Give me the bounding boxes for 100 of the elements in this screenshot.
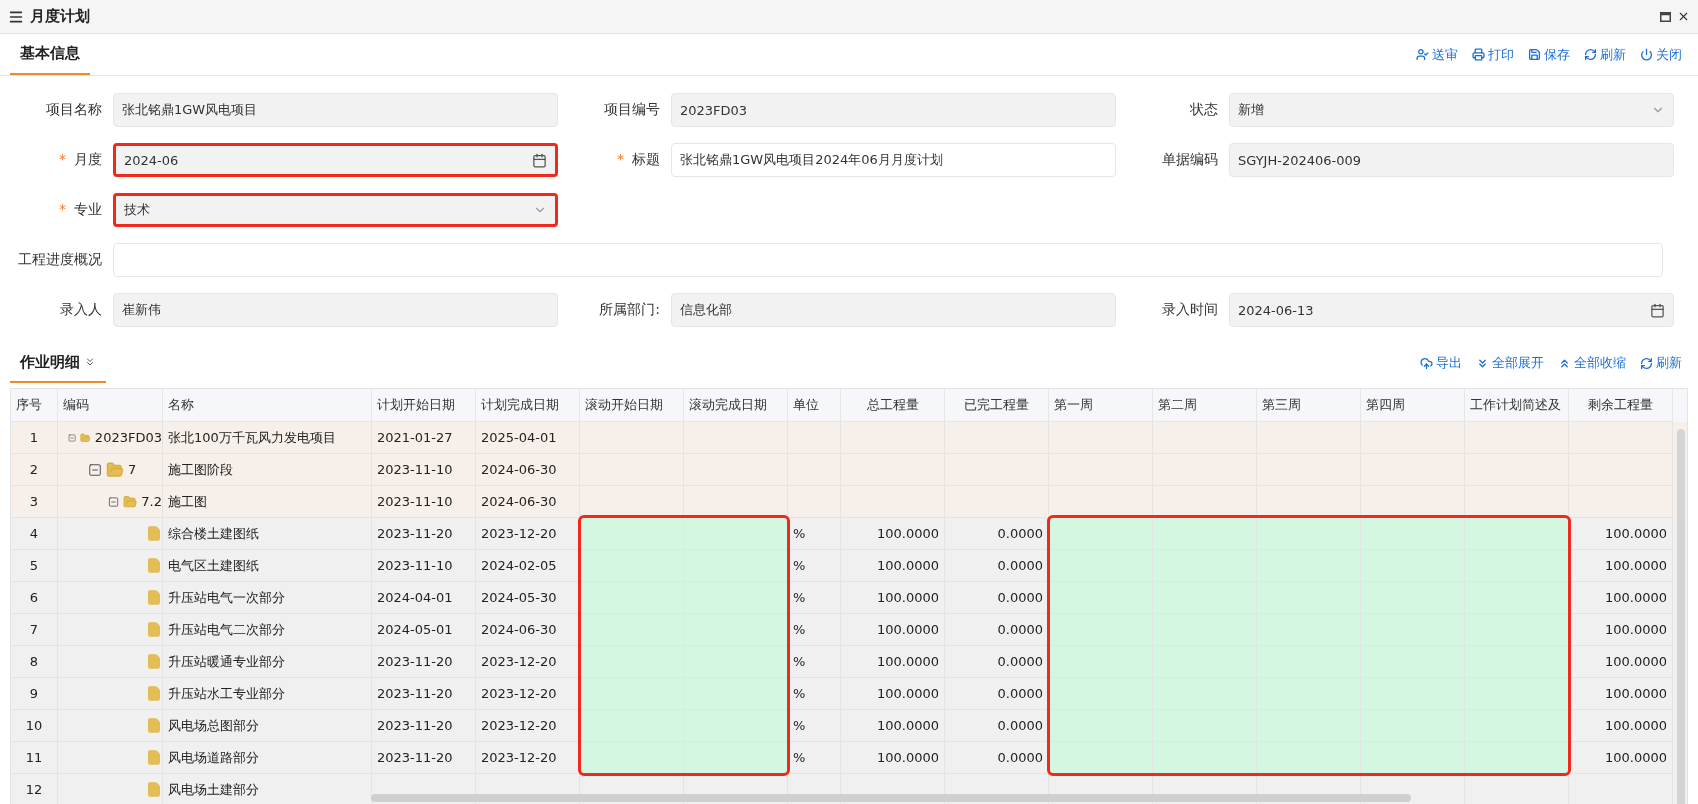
input-field[interactable]: 张北铭鼎1GW风电项目	[113, 93, 558, 127]
expand-button[interactable]: 全部展开	[1476, 354, 1544, 372]
refresh-button[interactable]: 刷新	[1640, 354, 1682, 372]
field-label: 录入时间	[1161, 301, 1219, 319]
editable-cell[interactable]	[1465, 646, 1569, 678]
editable-cell[interactable]	[1465, 550, 1569, 582]
date-field[interactable]: 2024-06-13	[1229, 293, 1674, 327]
editable-cell[interactable]	[1049, 710, 1153, 742]
editable-cell[interactable]	[1257, 742, 1361, 774]
scrollbar[interactable]	[371, 794, 1411, 802]
editable-cell[interactable]	[1361, 518, 1465, 550]
input-field[interactable]	[113, 243, 1663, 277]
editable-cell[interactable]	[684, 550, 788, 582]
input-field[interactable]: 信息化部	[671, 293, 1116, 327]
editable-cell[interactable]	[1049, 550, 1153, 582]
required-mark: *	[59, 201, 66, 217]
editable-cell[interactable]	[1257, 518, 1361, 550]
file-icon	[146, 781, 162, 798]
close-icon[interactable]	[1677, 10, 1690, 23]
editable-cell[interactable]	[1465, 742, 1569, 774]
file-icon	[146, 717, 162, 734]
date-field[interactable]: 2024-06	[113, 143, 558, 177]
tab[interactable]: 基本信息	[10, 34, 90, 75]
editable-cell[interactable]	[684, 678, 788, 710]
collapse-button[interactable]: 全部收缩	[1558, 354, 1626, 372]
editable-cell[interactable]	[1465, 582, 1569, 614]
editable-cell[interactable]	[1049, 742, 1153, 774]
file-icon	[146, 557, 162, 574]
file-icon	[146, 525, 162, 542]
editable-cell[interactable]	[1465, 710, 1569, 742]
table-cell: 12	[11, 774, 58, 804]
editable-cell[interactable]	[1049, 678, 1153, 710]
editable-cell[interactable]	[1153, 518, 1257, 550]
editable-cell[interactable]	[580, 582, 684, 614]
user-check-icon	[1416, 48, 1429, 61]
collapse-icon[interactable]	[88, 462, 102, 477]
editable-cell[interactable]	[1049, 582, 1153, 614]
select-field[interactable]: 新增	[1229, 93, 1674, 127]
folder-icon	[106, 460, 124, 479]
editable-cell[interactable]	[1465, 614, 1569, 646]
editable-cell[interactable]	[684, 710, 788, 742]
editable-cell[interactable]	[1049, 518, 1153, 550]
save-icon	[1528, 48, 1541, 61]
input-field[interactable]: 2023FD03	[671, 93, 1116, 127]
field-label: 所属部门:	[598, 301, 661, 319]
field-label: 状态	[1189, 101, 1219, 119]
collapse-icon[interactable]	[108, 494, 120, 509]
calendar-icon	[532, 152, 547, 168]
export-button[interactable]: 导出	[1420, 354, 1462, 372]
field-label: * 月度	[58, 151, 103, 169]
field-label: 项目名称	[45, 101, 103, 119]
editable-cell[interactable]	[1361, 742, 1465, 774]
submit-button[interactable]: 送审	[1416, 45, 1458, 64]
required-mark: *	[59, 151, 66, 167]
refresh-icon	[1640, 356, 1653, 370]
section-tab[interactable]: 作业明细	[10, 343, 106, 383]
editable-cell[interactable]	[580, 550, 684, 582]
field-label: * 标题	[616, 151, 661, 169]
editable-cell[interactable]	[1153, 742, 1257, 774]
field-label: 项目编号	[603, 101, 661, 119]
editable-cell[interactable]	[684, 582, 788, 614]
editable-cell[interactable]	[1465, 518, 1569, 550]
editable-cell[interactable]	[580, 646, 684, 678]
refresh-button[interactable]: 刷新	[1584, 45, 1626, 64]
scrollbar[interactable]	[1677, 429, 1685, 804]
required-mark: *	[617, 151, 624, 167]
file-icon	[146, 653, 162, 670]
power-icon	[1640, 48, 1653, 61]
input-field[interactable]: 张北铭鼎1GW风电项目2024年06月月度计划	[671, 143, 1116, 177]
editable-cell[interactable]	[580, 742, 684, 774]
editable-cell[interactable]	[580, 678, 684, 710]
file-icon	[146, 621, 162, 638]
editable-cell[interactable]	[684, 646, 788, 678]
close-button[interactable]: 关闭	[1640, 45, 1682, 64]
file-icon	[146, 685, 162, 702]
editable-cell[interactable]	[684, 742, 788, 774]
editable-cell[interactable]	[580, 710, 684, 742]
editable-cell[interactable]	[1049, 614, 1153, 646]
maximize-icon[interactable]	[1660, 11, 1671, 22]
field-label: 工程进度概况	[17, 251, 103, 269]
editable-cell[interactable]	[684, 518, 788, 550]
code-text: 2023FD03	[94, 430, 162, 445]
input-field[interactable]: SGYJH-202406-009	[1229, 143, 1674, 177]
field-label: 录入人	[59, 301, 103, 319]
editable-cell[interactable]	[1049, 646, 1153, 678]
editable-cell[interactable]	[1465, 678, 1569, 710]
editable-cell[interactable]	[580, 614, 684, 646]
editable-cell[interactable]	[580, 518, 684, 550]
printer-icon	[1472, 48, 1485, 61]
select-field[interactable]: 技术	[113, 193, 558, 227]
field-label: 单据编码	[1161, 151, 1219, 169]
print-button[interactable]: 打印	[1472, 45, 1514, 64]
editable-cell[interactable]	[684, 614, 788, 646]
file-icon	[146, 749, 162, 766]
menu-icon[interactable]	[8, 8, 24, 25]
file-icon	[146, 589, 162, 606]
code-text: 7.2	[141, 494, 162, 509]
input-field[interactable]: 崔新伟	[113, 293, 558, 327]
field-label: * 专业	[58, 201, 103, 219]
save-button[interactable]: 保存	[1528, 45, 1570, 64]
